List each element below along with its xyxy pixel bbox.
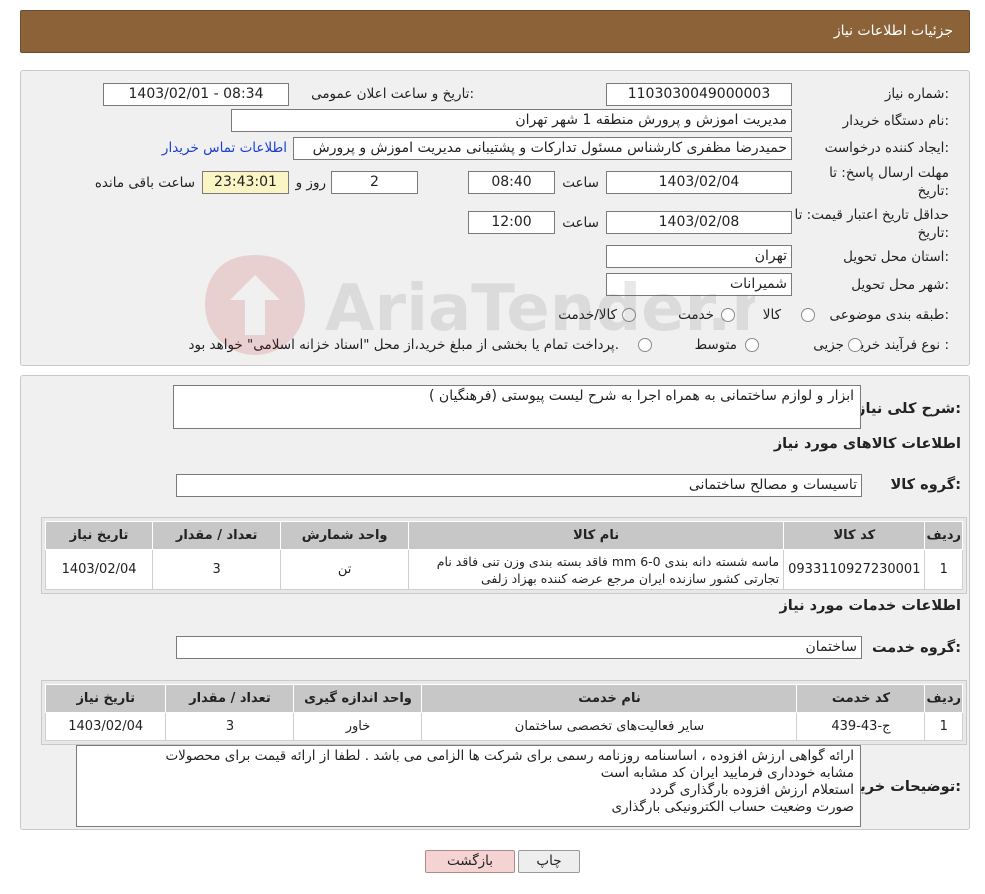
need-number-label: شماره نیاز:	[884, 86, 949, 102]
services-col-unit: واحد اندازه گیری	[293, 684, 423, 713]
summary-textarea[interactable]: ابزار و لوازم ساختمانی به همراه اجرا به …	[173, 385, 861, 429]
goods-col-qty: تعداد / مقدار	[152, 521, 282, 550]
services-col-qty: تعداد / مقدار	[165, 684, 295, 713]
creator-field[interactable]: حمیدرضا مظفری کارشناس مسئول تدارکات و پش…	[293, 137, 792, 160]
back-button[interactable]: بازگشت	[425, 850, 515, 873]
services-cell-name: سایر فعالیت‌های تخصصی ساختمان	[421, 712, 798, 741]
goods-cell-name: ماسه شسته دانه بندی mm 6-0 فاقد بسته بند…	[408, 549, 785, 590]
remaining-label: ساعت باقی مانده	[94, 175, 195, 191]
deadline-time-label: ساعت	[562, 175, 599, 191]
services-table-container: ردیف کد خدمت نام خدمت واحد اندازه گیری ت…	[41, 680, 967, 745]
buyer-notes-line: مشابه خودداری فرمایید ایران کد مشابه است	[600, 765, 854, 781]
announce-field[interactable]: 1403/02/01 - 08:34	[103, 83, 289, 106]
services-table-row: 1 ج-43-439 سایر فعالیت‌های تخصصی ساختمان…	[44, 712, 963, 741]
category-label: طبقه بندی موضوعی:	[829, 307, 949, 323]
services-group-field[interactable]: ساختمان	[176, 636, 862, 659]
goods-table-container: ردیف کد کالا نام کالا واحد شمارش تعداد /…	[41, 517, 967, 594]
need-details-panel: شرح کلی نیاز: ابزار و لوازم ساختمانی به …	[20, 375, 970, 830]
services-group-label: گروه خدمت:	[871, 640, 961, 656]
goods-cell-index: 1	[924, 549, 963, 590]
goods-cell-code: 0933110927230001	[783, 549, 926, 590]
category-goods-label: کالا	[762, 307, 781, 323]
buyer-notes-line: استعلام ارزش افزوده بارگذاری گردد	[649, 782, 854, 798]
services-table: ردیف کد خدمت نام خدمت واحد اندازه گیری ت…	[44, 684, 963, 741]
goods-table: ردیف کد کالا نام کالا واحد شمارش تعداد /…	[44, 521, 963, 590]
goods-table-row: 1 0933110927230001 ماسه شسته دانه بندی m…	[44, 549, 963, 590]
announce-label: تاریخ و ساعت اعلان عمومی:	[311, 86, 474, 102]
goods-col-code: کد کالا	[783, 521, 926, 550]
summary-text: ابزار و لوازم ساختمانی به همراه اجرا به …	[429, 388, 854, 404]
province-label: استان محل تحویل:	[843, 249, 949, 265]
page-title: جزئیات اطلاعات نیاز	[833, 23, 953, 39]
svg-text:AriaTender.neT: AriaTender.neT	[325, 272, 755, 346]
buyer-contact-link[interactable]: اطلاعات تماس خریدار	[162, 140, 287, 156]
services-col-index: ردیف	[924, 684, 963, 713]
validity-time-field[interactable]: 12:00	[468, 211, 555, 234]
validity-label-date: تاریخ:	[917, 225, 949, 241]
watermark-logo: AriaTender.neT	[195, 245, 864, 369]
goods-col-date: تاریخ نیاز	[44, 521, 154, 550]
days-field[interactable]: 2	[331, 171, 418, 194]
process-minor-radio[interactable]	[848, 338, 862, 352]
deadline-time-field[interactable]: 08:40	[468, 171, 555, 194]
buyer-notes-textarea[interactable]: ارائه گواهی ارزش افزوده ، اساسنامه روزنا…	[76, 745, 861, 827]
validity-label: حداقل تاریخ اعتبار قیمت: تا	[794, 207, 949, 223]
services-cell-code: ج-43-439	[796, 712, 926, 741]
goods-col-name: نام کالا	[408, 521, 785, 550]
services-section-title: اطلاعات خدمات مورد نیاز	[779, 598, 961, 614]
process-label: نوع فرآیند خرید :	[853, 337, 949, 353]
services-cell-qty: 3	[165, 712, 295, 741]
buyer-notes-line: ارائه گواهی ارزش افزوده ، اساسنامه روزنا…	[165, 748, 854, 764]
goods-col-index: ردیف	[924, 521, 963, 550]
goods-cell-unit: تن	[280, 549, 410, 590]
page-header: جزئیات اطلاعات نیاز	[20, 10, 970, 53]
deadline-label-date: تاریخ:	[917, 183, 949, 199]
goods-group-field[interactable]: تاسیسات و مصالح ساختمانی	[176, 474, 862, 497]
goods-cell-date: 1403/02/04	[44, 549, 154, 590]
goods-table-header: ردیف کد کالا نام کالا واحد شمارش تعداد /…	[44, 521, 963, 550]
need-number-field[interactable]: 1103030049000003	[606, 83, 792, 106]
category-goods-radio[interactable]	[801, 308, 815, 322]
summary-label: شرح کلی نیاز:	[857, 401, 961, 417]
goods-group-label: گروه کالا:	[890, 477, 961, 493]
services-cell-date: 1403/02/04	[44, 712, 167, 741]
services-cell-index: 1	[924, 712, 963, 741]
process-minor-label: جزیی	[813, 337, 844, 353]
services-col-code: کد خدمت	[796, 684, 926, 713]
deadline-date-field[interactable]: 1403/02/04	[606, 171, 792, 194]
city-label: شهر محل تحویل:	[851, 277, 949, 293]
buyer-notes-line: صورت وضعیت حساب الکترونیکی بارگذاری	[611, 799, 854, 815]
print-button[interactable]: چاپ	[518, 850, 580, 873]
days-label: روز و	[295, 175, 326, 191]
goods-section-title: اطلاعات کالاهای مورد نیاز	[773, 436, 961, 452]
deadline-label: مهلت ارسال پاسخ: تا	[829, 165, 949, 181]
validity-date-field[interactable]: 1403/02/08	[606, 211, 792, 234]
buyer-org-field[interactable]: مدیریت اموزش و پرورش منطقه 1 شهر تهران	[231, 109, 792, 132]
validity-time-label: ساعت	[562, 215, 599, 231]
services-table-header: ردیف کد خدمت نام خدمت واحد اندازه گیری ت…	[44, 684, 963, 713]
creator-label: ایجاد کننده درخواست:	[824, 140, 949, 156]
services-cell-unit: خاور	[293, 712, 423, 741]
services-col-date: تاریخ نیاز	[44, 684, 167, 713]
buyer-org-label: نام دستگاه خریدار:	[842, 113, 949, 129]
remaining-time-field: 23:43:01	[202, 171, 289, 194]
services-col-name: نام خدمت	[421, 684, 798, 713]
goods-col-unit: واحد شمارش	[280, 521, 410, 550]
goods-cell-qty: 3	[152, 549, 282, 590]
